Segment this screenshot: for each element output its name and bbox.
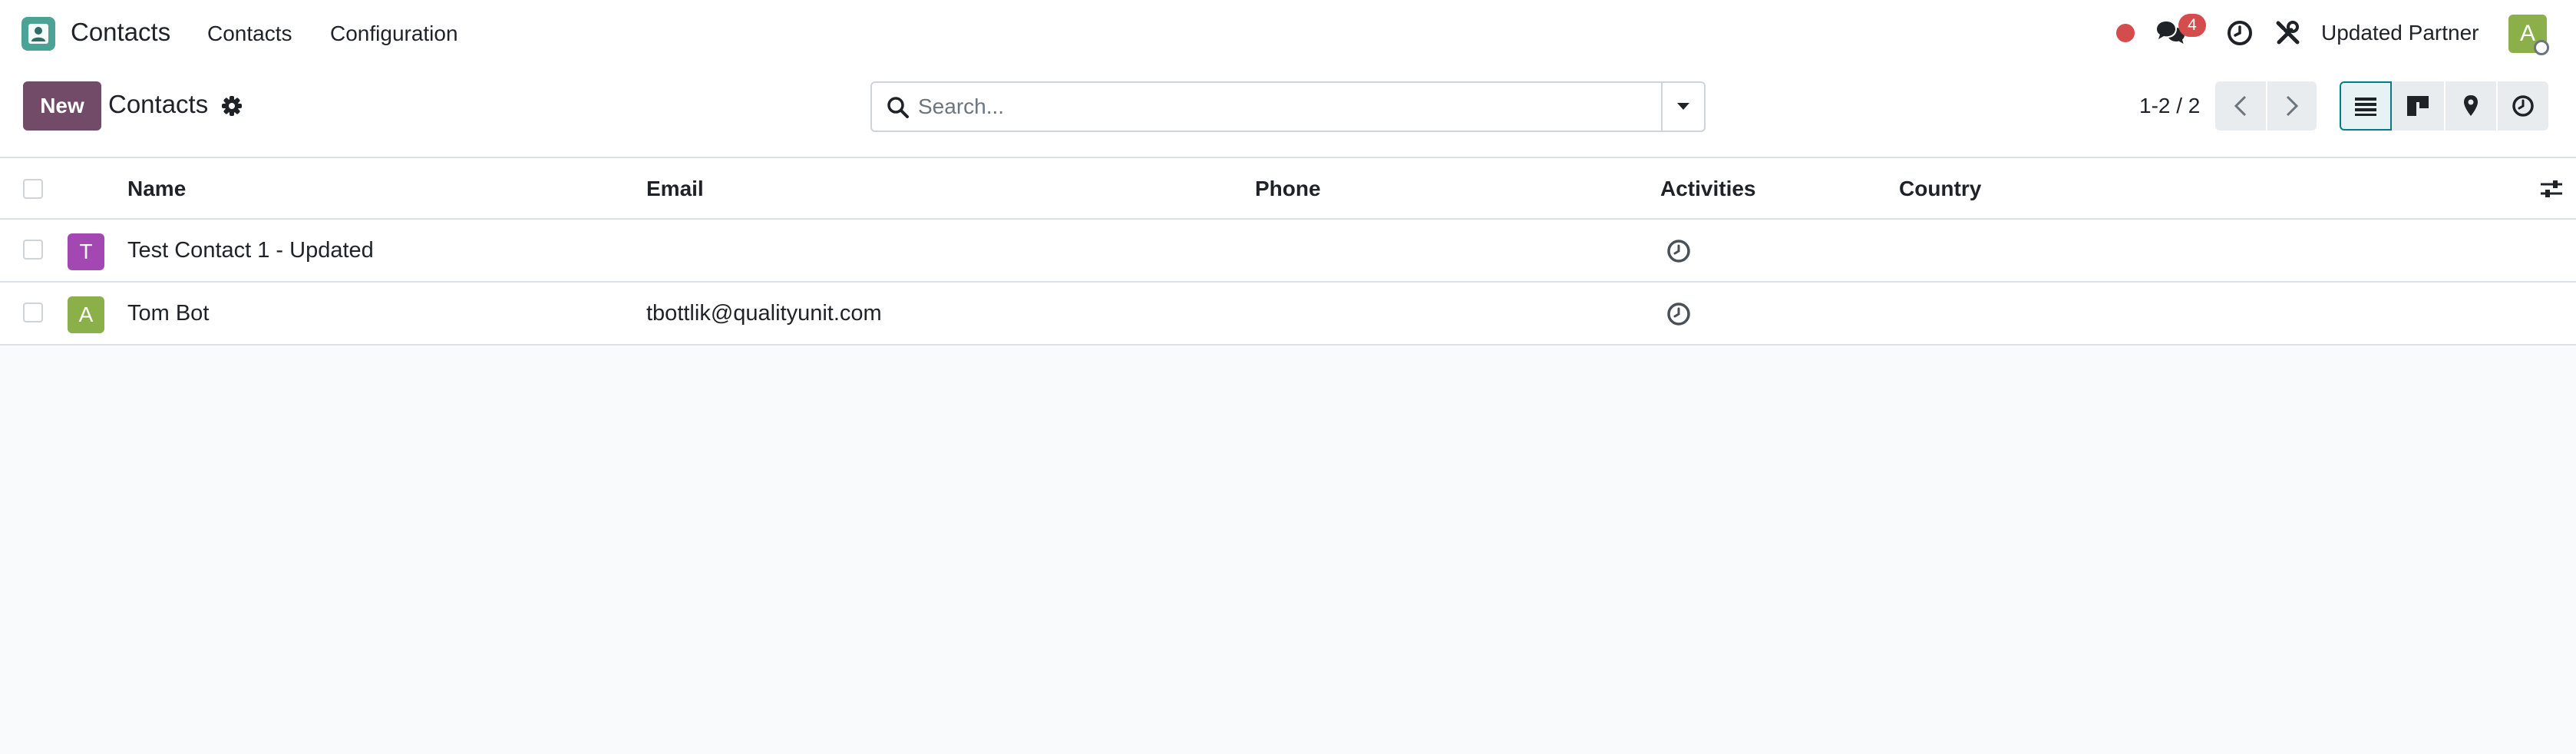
row-checkbox[interactable] [23,303,43,322]
pager-value[interactable]: 1-2 / 2 [2139,94,2200,118]
select-all-checkbox[interactable] [23,179,43,199]
menu-contacts[interactable]: Contacts [207,21,292,46]
user-name[interactable]: Updated Partner [2321,21,2479,45]
activity-clock-icon[interactable] [2226,19,2254,47]
search-options-toggle[interactable] [1661,83,1704,131]
chevron-right-icon [2286,95,2299,117]
gear-icon[interactable] [221,95,243,117]
search-bar [870,81,1706,132]
contact-name[interactable]: Tom Bot [127,301,209,326]
clock-icon [2512,95,2534,117]
avatar: A [68,296,104,333]
menu-configuration[interactable]: Configuration [330,21,458,46]
pager-previous-button[interactable] [2215,81,2266,131]
list-view-button[interactable] [2340,81,2392,131]
chevron-left-icon [2234,95,2247,117]
optional-columns-icon[interactable] [2539,177,2564,201]
kanban-view-button[interactable] [2392,81,2444,131]
column-header-country[interactable]: Country [1899,177,1981,201]
avatar: T [68,233,104,270]
recording-indicator-icon[interactable] [2116,24,2135,42]
control-panel: New Contacts 1-2 / 2 [0,66,2576,158]
table-row[interactable]: A Tom Bot tbottlik@qualityunit.com [0,283,2576,346]
search-icon [886,95,910,120]
map-view-button[interactable] [2444,81,2496,131]
list-header: Name Email Phone Activities Country [0,158,2576,220]
app-title[interactable]: Contacts [71,18,170,47]
column-header-phone[interactable]: Phone [1255,177,1321,201]
activity-clock-icon[interactable] [1666,301,1692,327]
column-header-activities[interactable]: Activities [1660,177,1756,201]
user-status-icon [2534,40,2549,55]
contacts-app-icon[interactable] [21,17,55,51]
new-button[interactable]: New [23,81,101,131]
list-icon [2355,98,2376,116]
debug-tools-icon[interactable] [2274,19,2302,47]
page-title: Contacts [108,90,209,118]
chat-badge: 4 [2178,14,2206,37]
column-header-name[interactable]: Name [127,177,186,201]
column-header-email[interactable]: Email [646,177,704,201]
search-input[interactable] [918,88,1655,126]
table-row[interactable]: T Test Contact 1 - Updated [0,220,2576,283]
kanban-icon [2407,96,2429,116]
activity-view-button[interactable] [2496,81,2548,131]
contact-email[interactable]: tbottlik@qualityunit.com [646,301,882,326]
map-marker-icon [2464,95,2478,116]
contact-name[interactable]: Test Contact 1 - Updated [127,238,374,263]
pager-next-button[interactable] [2266,81,2317,131]
top-navbar: Contacts Contacts Configuration 4 Update… [0,0,2576,66]
activity-clock-icon[interactable] [1666,238,1692,264]
row-checkbox[interactable] [23,240,43,260]
caret-down-icon [1677,103,1689,110]
